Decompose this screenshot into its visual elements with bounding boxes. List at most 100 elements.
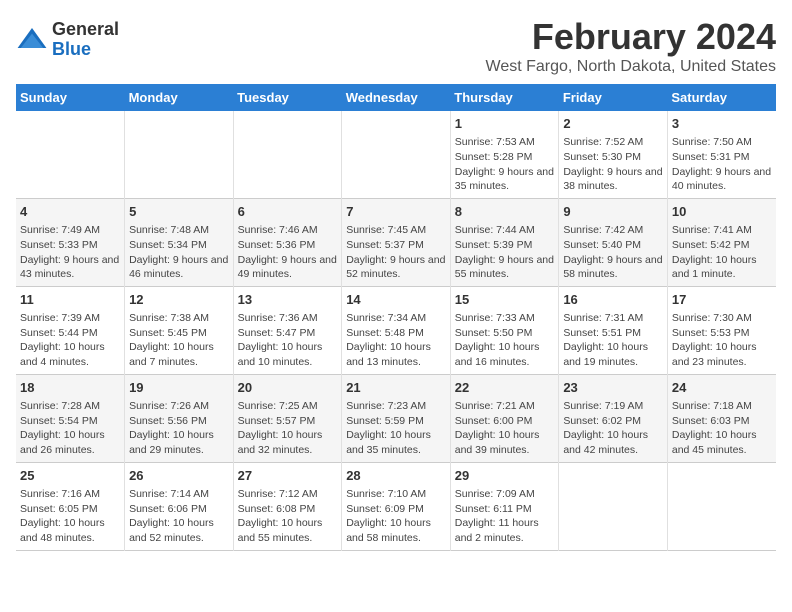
calendar-cell: 27Sunrise: 7:12 AMSunset: 6:08 PMDayligh… [233,462,342,550]
day-number: 3 [672,115,772,133]
calendar-cell: 5 Sunrise: 7:48 AMSunset: 5:34 PMDaylight… [125,198,234,286]
calendar-cell: 13 Sunrise: 7:36 AMSunset: 5:47 PMDayligh… [233,286,342,374]
weekday-wednesday: Wednesday [342,84,451,111]
day-number: 28 [346,467,446,485]
calendar-cell: 20Sunrise: 7:25 AMSunset: 5:57 PMDayligh… [233,374,342,462]
logo-icon [16,24,48,56]
day-info: Sunrise: 7:28 AMSunset: 5:54 PMDaylight:… [20,399,120,458]
day-number: 16 [563,291,663,309]
day-info: Sunrise: 7:21 AMSunset: 6:00 PMDaylight:… [455,399,555,458]
calendar-cell: 12 Sunrise: 7:38 AMSunset: 5:45 PMDayligh… [125,286,234,374]
calendar-cell: 22 Sunrise: 7:21 AMSunset: 6:00 PMDayligh… [450,374,559,462]
day-number: 27 [238,467,338,485]
day-number: 18 [20,379,120,397]
weekday-saturday: Saturday [667,84,776,111]
calendar-cell: 10 Sunrise: 7:41 AMSunset: 5:42 PMDayligh… [667,198,776,286]
weekday-thursday: Thursday [450,84,559,111]
day-info: Sunrise: 7:10 AMSunset: 6:09 PMDaylight:… [346,487,446,546]
calendar-cell: 14 Sunrise: 7:34 AMSunset: 5:48 PMDayligh… [342,286,451,374]
weekday-sunday: Sunday [16,84,125,111]
day-info: Sunrise: 7:16 AMSunset: 6:05 PMDaylight:… [20,487,120,546]
calendar-week-row: 4 Sunrise: 7:49 AMSunset: 5:33 PMDaylight… [16,198,776,286]
title-block: February 2024 West Fargo, North Dakota, … [486,16,777,76]
day-number: 29 [455,467,555,485]
calendar-cell: 2 Sunrise: 7:52 AMSunset: 5:30 PMDaylight… [559,111,668,198]
calendar-body: 1 Sunrise: 7:53 AMSunset: 5:28 PMDaylight… [16,111,776,550]
calendar-cell [233,111,342,198]
calendar-cell: 23 Sunrise: 7:19 AMSunset: 6:02 PMDayligh… [559,374,668,462]
day-number: 10 [672,203,772,221]
day-number: 22 [455,379,555,397]
calendar-cell [559,462,668,550]
calendar-cell: 25 Sunrise: 7:16 AMSunset: 6:05 PMDayligh… [16,462,125,550]
logo-blue-text: Blue [52,40,119,60]
day-number: 8 [455,203,555,221]
day-number: 21 [346,379,446,397]
calendar-week-row: 25 Sunrise: 7:16 AMSunset: 6:05 PMDayligh… [16,462,776,550]
day-number: 4 [20,203,120,221]
day-info: Sunrise: 7:18 AMSunset: 6:03 PMDaylight:… [672,399,772,458]
day-info: Sunrise: 7:30 AMSunset: 5:53 PMDaylight:… [672,311,772,370]
calendar-cell [125,111,234,198]
day-info: Sunrise: 7:49 AMSunset: 5:33 PMDaylight:… [20,223,120,282]
day-info: Sunrise: 7:09 AMSunset: 6:11 PMDaylight:… [455,487,555,546]
day-info: Sunrise: 7:26 AMSunset: 5:56 PMDaylight:… [129,399,229,458]
weekday-monday: Monday [125,84,234,111]
calendar-cell [667,462,776,550]
calendar-cell [342,111,451,198]
day-info: Sunrise: 7:34 AMSunset: 5:48 PMDaylight:… [346,311,446,370]
calendar-cell: 4 Sunrise: 7:49 AMSunset: 5:33 PMDaylight… [16,198,125,286]
day-number: 20 [238,379,338,397]
day-info: Sunrise: 7:44 AMSunset: 5:39 PMDaylight:… [455,223,555,282]
day-number: 2 [563,115,663,133]
day-info: Sunrise: 7:36 AMSunset: 5:47 PMDaylight:… [238,311,338,370]
day-info: Sunrise: 7:14 AMSunset: 6:06 PMDaylight:… [129,487,229,546]
day-number: 15 [455,291,555,309]
calendar-week-row: 11Sunrise: 7:39 AMSunset: 5:44 PMDayligh… [16,286,776,374]
calendar-cell: 6Sunrise: 7:46 AMSunset: 5:36 PMDaylight… [233,198,342,286]
calendar-table: SundayMondayTuesdayWednesdayThursdayFrid… [16,84,776,551]
day-number: 9 [563,203,663,221]
calendar-cell: 9Sunrise: 7:42 AMSunset: 5:40 PMDaylight… [559,198,668,286]
day-info: Sunrise: 7:41 AMSunset: 5:42 PMDaylight:… [672,223,772,282]
calendar-cell: 11Sunrise: 7:39 AMSunset: 5:44 PMDayligh… [16,286,125,374]
day-number: 26 [129,467,229,485]
day-number: 1 [455,115,555,133]
weekday-tuesday: Tuesday [233,84,342,111]
calendar-cell: 3 Sunrise: 7:50 AMSunset: 5:31 PMDaylight… [667,111,776,198]
day-info: Sunrise: 7:31 AMSunset: 5:51 PMDaylight:… [563,311,663,370]
day-info: Sunrise: 7:33 AMSunset: 5:50 PMDaylight:… [455,311,555,370]
day-info: Sunrise: 7:46 AMSunset: 5:36 PMDaylight:… [238,223,338,282]
day-info: Sunrise: 7:38 AMSunset: 5:45 PMDaylight:… [129,311,229,370]
calendar-cell: 8 Sunrise: 7:44 AMSunset: 5:39 PMDaylight… [450,198,559,286]
day-number: 14 [346,291,446,309]
calendar-cell: 1 Sunrise: 7:53 AMSunset: 5:28 PMDaylight… [450,111,559,198]
day-info: Sunrise: 7:50 AMSunset: 5:31 PMDaylight:… [672,135,772,194]
day-number: 5 [129,203,229,221]
calendar-cell: 26 Sunrise: 7:14 AMSunset: 6:06 PMDayligh… [125,462,234,550]
day-number: 24 [672,379,772,397]
day-number: 7 [346,203,446,221]
calendar-subtitle: West Fargo, North Dakota, United States [486,58,777,76]
calendar-header: SundayMondayTuesdayWednesdayThursdayFrid… [16,84,776,111]
day-info: Sunrise: 7:19 AMSunset: 6:02 PMDaylight:… [563,399,663,458]
calendar-cell [16,111,125,198]
day-number: 25 [20,467,120,485]
day-number: 12 [129,291,229,309]
day-number: 23 [563,379,663,397]
day-info: Sunrise: 7:23 AMSunset: 5:59 PMDaylight:… [346,399,446,458]
calendar-cell: 28 Sunrise: 7:10 AMSunset: 6:09 PMDayligh… [342,462,451,550]
calendar-cell: 19Sunrise: 7:26 AMSunset: 5:56 PMDayligh… [125,374,234,462]
day-info: Sunrise: 7:53 AMSunset: 5:28 PMDaylight:… [455,135,555,194]
weekday-header-row: SundayMondayTuesdayWednesdayThursdayFrid… [16,84,776,111]
day-info: Sunrise: 7:48 AMSunset: 5:34 PMDaylight:… [129,223,229,282]
logo-general-text: General [52,20,119,40]
calendar-cell: 24 Sunrise: 7:18 AMSunset: 6:03 PMDayligh… [667,374,776,462]
day-number: 11 [20,291,120,309]
day-number: 13 [238,291,338,309]
day-info: Sunrise: 7:52 AMSunset: 5:30 PMDaylight:… [563,135,663,194]
calendar-title: February 2024 [486,16,777,58]
logo-text: General Blue [52,20,119,60]
day-info: Sunrise: 7:45 AMSunset: 5:37 PMDaylight:… [346,223,446,282]
calendar-cell: 16 Sunrise: 7:31 AMSunset: 5:51 PMDayligh… [559,286,668,374]
